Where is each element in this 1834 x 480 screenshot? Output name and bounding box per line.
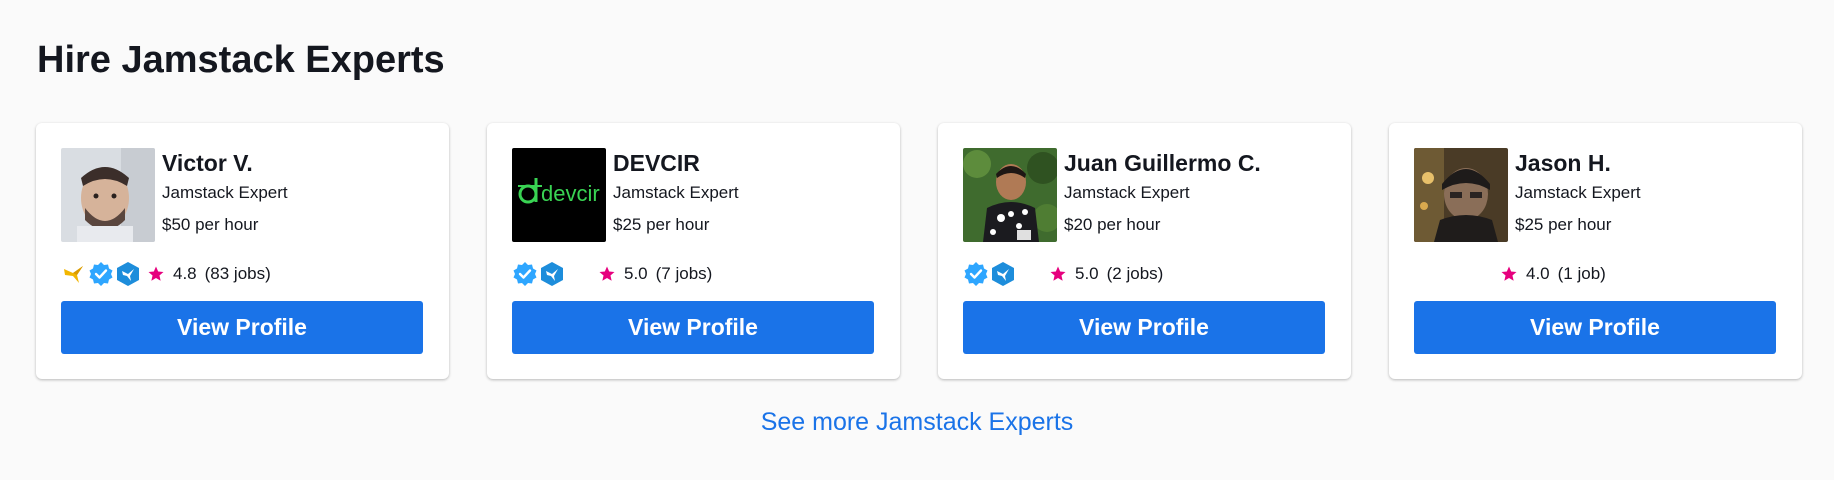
- hex-hummingbird-icon: [539, 261, 565, 287]
- view-profile-button[interactable]: View Profile: [61, 301, 423, 354]
- expert-role: Jamstack Expert: [1515, 183, 1641, 202]
- rating: 5.0 (7 jobs): [598, 259, 712, 289]
- expert-info: Victor V. Jamstack Expert $50 per hour: [162, 148, 288, 236]
- expert-role: Jamstack Expert: [613, 183, 739, 202]
- rating-value: 4.0: [1526, 264, 1550, 283]
- gold-hummingbird-icon: [61, 261, 87, 287]
- view-profile-button[interactable]: View Profile: [963, 301, 1325, 354]
- badges-row: 4.8 (83 jobs): [61, 259, 421, 289]
- star-icon: [599, 266, 615, 281]
- expert-rate: $25 per hour: [613, 215, 710, 234]
- rating: 5.0 (2 jobs): [1049, 259, 1163, 289]
- verified-icon: [88, 261, 114, 287]
- badges-row: 4.0 (1 job): [1414, 259, 1774, 289]
- hex-hummingbird-icon: [115, 261, 141, 287]
- badges-row: 5.0 (7 jobs): [512, 259, 872, 289]
- avatar[interactable]: devcir: [512, 148, 606, 242]
- rating-value: 5.0: [624, 264, 648, 283]
- avatar[interactable]: [61, 148, 155, 242]
- star-icon: [148, 266, 164, 281]
- hex-hummingbird-icon: [990, 261, 1016, 287]
- expert-rate: $50 per hour: [162, 215, 259, 234]
- badges-row: 5.0 (2 jobs): [963, 259, 1323, 289]
- expert-name[interactable]: Jason H.: [1515, 148, 1641, 178]
- expert-name[interactable]: Juan Guillermo C.: [1064, 148, 1261, 178]
- expert-info: Jason H. Jamstack Expert $25 per hour: [1515, 148, 1641, 236]
- expert-role: Jamstack Expert: [1064, 183, 1190, 202]
- profile-photo-icon: [1414, 148, 1508, 242]
- avatar[interactable]: [963, 148, 1057, 242]
- see-more-link[interactable]: See more Jamstack Experts: [0, 406, 1834, 438]
- rating: 4.0 (1 job): [1500, 259, 1606, 289]
- star-icon: [1501, 266, 1517, 281]
- jobs-count: (2 jobs): [1106, 264, 1164, 283]
- avatar[interactable]: [1414, 148, 1508, 242]
- expert-card-jason: Jason H. Jamstack Expert $25 per hour 4.…: [1389, 123, 1802, 379]
- verified-icon: [963, 261, 989, 287]
- view-profile-button[interactable]: View Profile: [512, 301, 874, 354]
- view-profile-button[interactable]: View Profile: [1414, 301, 1776, 354]
- expert-role: Jamstack Expert: [162, 183, 288, 202]
- verified-icon: [512, 261, 538, 287]
- expert-card-juan: Juan Guillermo C. Jamstack Expert $20 pe…: [938, 123, 1351, 379]
- rating: 4.8 (83 jobs): [147, 259, 271, 289]
- svg-text:devcir: devcir: [541, 181, 600, 206]
- jobs-count: (83 jobs): [204, 264, 271, 283]
- expert-info: DEVCIR Jamstack Expert $25 per hour: [613, 148, 739, 236]
- expert-card-victor: Victor V. Jamstack Expert $50 per hour 4…: [36, 123, 449, 379]
- rating-value: 4.8: [173, 264, 197, 283]
- expert-rate: $25 per hour: [1515, 215, 1612, 234]
- expert-info: Juan Guillermo C. Jamstack Expert $20 pe…: [1064, 148, 1261, 236]
- profile-photo-icon: [61, 148, 155, 242]
- expert-name[interactable]: Victor V.: [162, 148, 288, 178]
- star-icon: [1050, 266, 1066, 281]
- jobs-count: (7 jobs): [655, 264, 713, 283]
- jobs-count: (1 job): [1557, 264, 1606, 283]
- expert-name[interactable]: DEVCIR: [613, 148, 739, 178]
- expert-cards: Victor V. Jamstack Expert $50 per hour 4…: [36, 123, 1802, 379]
- profile-photo-icon: [963, 148, 1057, 242]
- expert-card-devcir: devcir DEVCIR Jamstack Expert $25 per ho…: [487, 123, 900, 379]
- hire-experts-section: Hire Jamstack Experts Victor V. Jamstack…: [0, 0, 1834, 480]
- rating-value: 5.0: [1075, 264, 1099, 283]
- devcir-logo: devcir: [512, 148, 606, 242]
- section-title: Hire Jamstack Experts: [37, 39, 445, 81]
- expert-rate: $20 per hour: [1064, 215, 1161, 234]
